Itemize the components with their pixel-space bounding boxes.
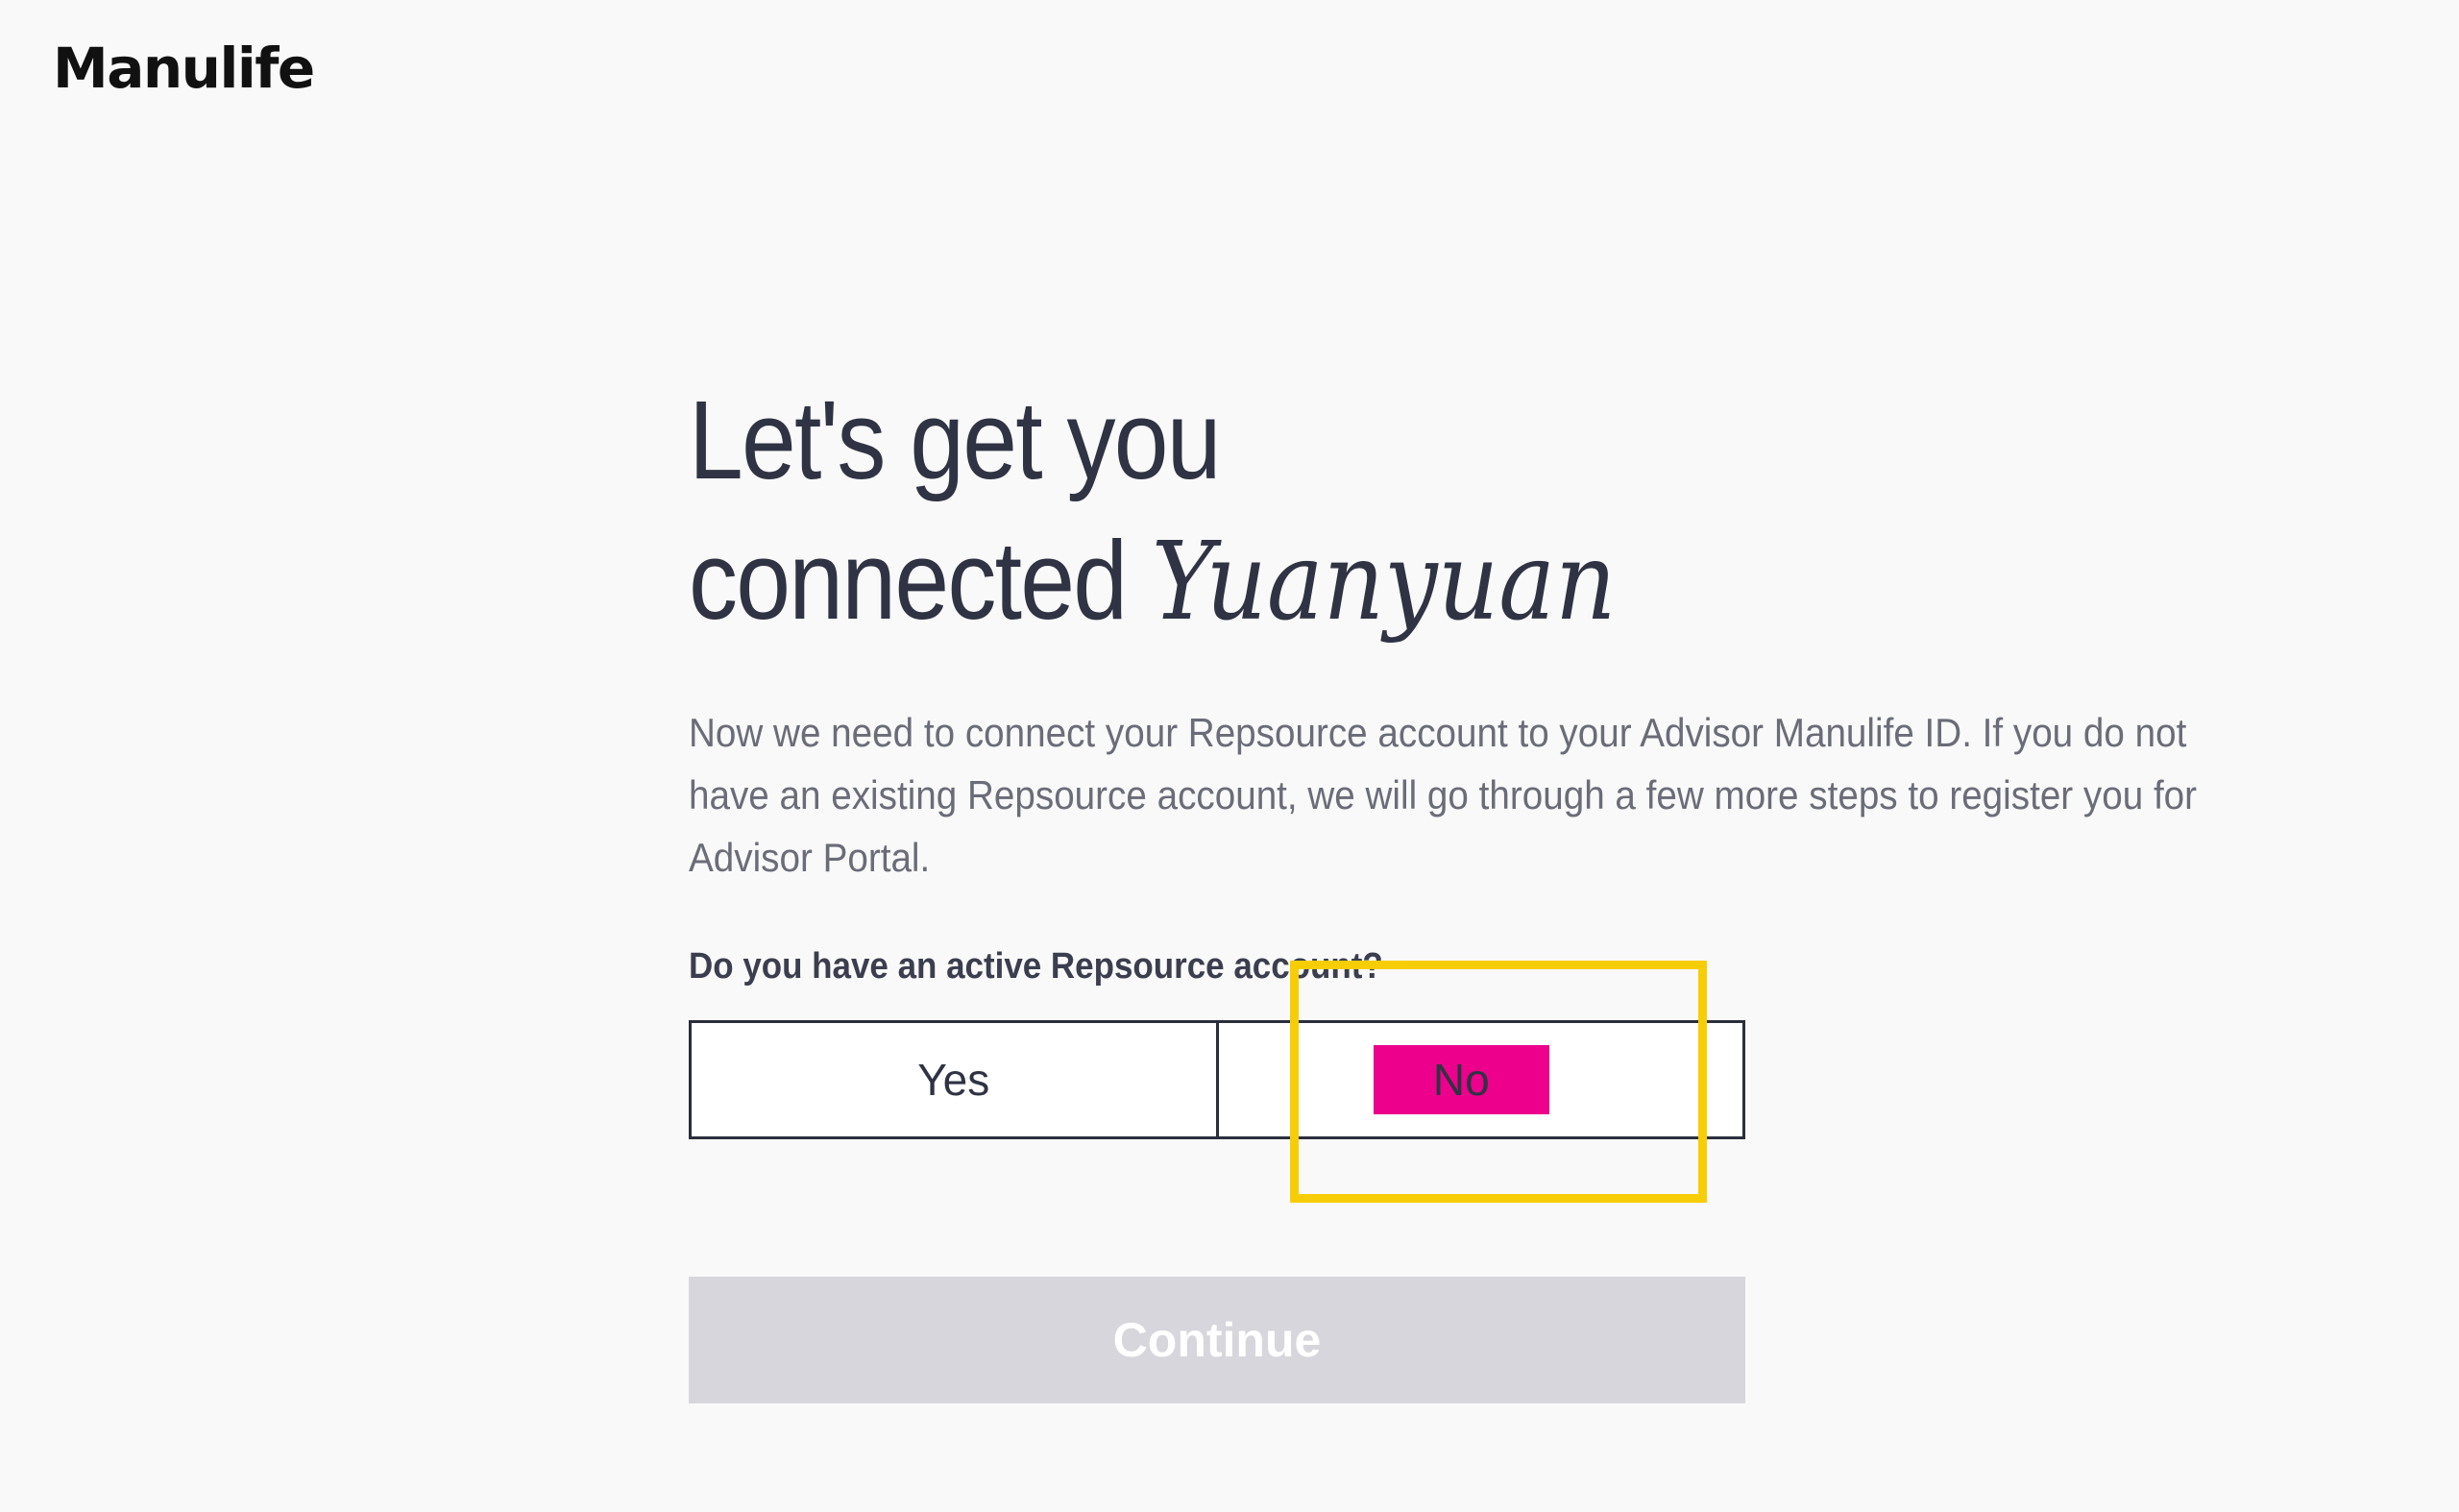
intro-text: Now we need to connect your Repsource ac… (689, 710, 2198, 880)
user-name: Yuanyuan (1151, 520, 1617, 645)
title-line-1: Let's get you (689, 378, 1222, 502)
title-line-2-prefix: connected (689, 518, 1152, 643)
repsource-question-label: Do you have an active Repsource account? (689, 946, 1383, 987)
continue-button[interactable]: Continue (689, 1277, 1745, 1403)
no-option-label: No (1373, 1045, 1549, 1114)
repsource-choice-group: Yes No (689, 1020, 1745, 1139)
yes-option-label: Yes (917, 1055, 990, 1105)
page-title: Let's get you connected Yuanyuan (689, 370, 2108, 652)
no-option-button[interactable]: No (1219, 1023, 1743, 1136)
main-content: Let's get you connected Yuanyuan Now we n… (689, 370, 2302, 1403)
manulife-logo: Manulife (53, 36, 315, 101)
yes-option-button[interactable]: Yes (692, 1023, 1219, 1136)
